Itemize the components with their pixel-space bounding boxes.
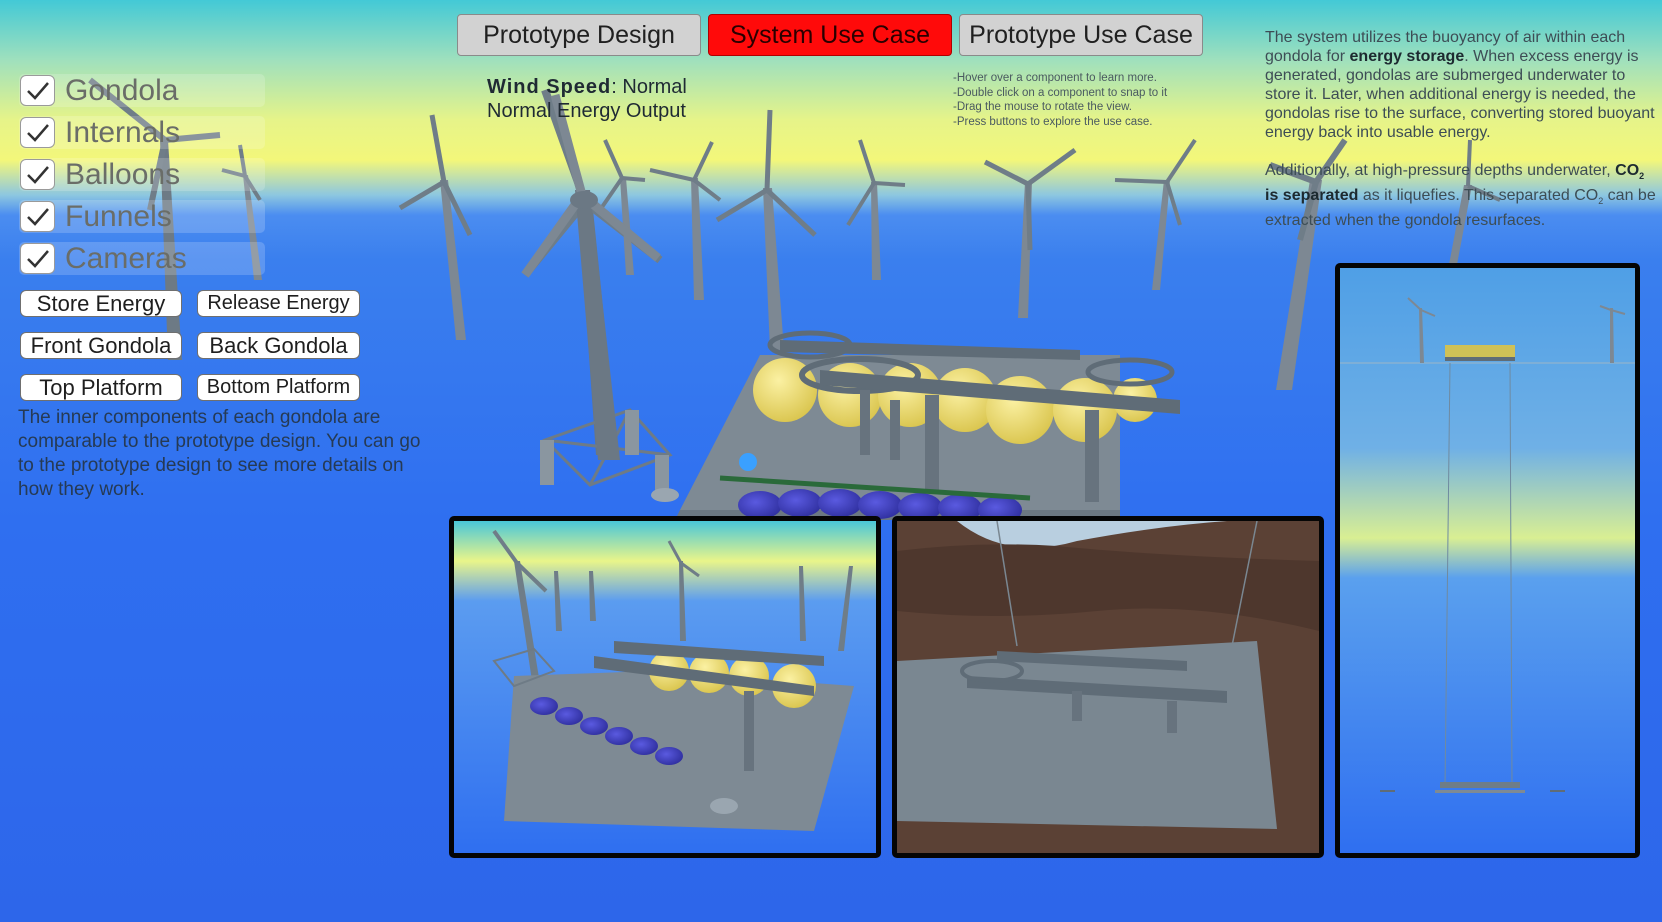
- wind-status: Wind Speed: Normal Normal Energy Output: [487, 75, 687, 123]
- info-paragraph-storage: The system utilizes the buoyancy of air …: [1265, 29, 1655, 141]
- wind-turbine: [598, 139, 646, 275]
- toggle-cameras[interactable]: Cameras: [19, 242, 265, 275]
- camera-scene: [492, 529, 854, 831]
- checkbox-checked-icon[interactable]: [20, 243, 55, 274]
- energy-output-status: Normal Energy Output: [487, 100, 686, 122]
- toggle-label: Internals: [65, 116, 181, 149]
- view-tabs: Prototype Design System Use Case Prototy…: [457, 14, 1203, 56]
- platform-structure[interactable]: [540, 330, 1180, 524]
- checkbox-checked-icon[interactable]: [20, 201, 55, 232]
- tab-prototype-design[interactable]: Prototype Design: [457, 14, 701, 56]
- hint-line: -Double click on a component to snap to …: [953, 86, 1168, 99]
- toggle-label: Funnels: [65, 200, 172, 233]
- info-paragraph-co2: Additionally, at high-pressure depths un…: [1265, 162, 1656, 230]
- camera-view-overview[interactable]: [449, 516, 881, 858]
- back-gondola-button[interactable]: Back Gondola: [197, 332, 360, 359]
- wind-turbine: [398, 114, 473, 340]
- toggle-internals[interactable]: Internals: [19, 116, 265, 149]
- checkbox-checked-icon[interactable]: [20, 75, 55, 106]
- wind-speed-value: : Normal: [611, 76, 687, 98]
- store-energy-button[interactable]: Store Energy: [20, 290, 182, 317]
- tab-system-use-case[interactable]: System Use Case: [708, 14, 952, 56]
- toggle-label: Gondola: [65, 74, 179, 107]
- wind-turbine: [649, 141, 722, 300]
- toggle-balloons[interactable]: Balloons: [19, 158, 265, 191]
- bottom-platform-button[interactable]: Bottom Platform: [197, 374, 360, 401]
- camera-scene: [1340, 297, 1635, 793]
- checkbox-checked-icon[interactable]: [20, 117, 55, 148]
- toggle-gondola[interactable]: Gondola: [19, 74, 265, 107]
- wind-turbine: [1114, 138, 1197, 290]
- release-energy-button[interactable]: Release Energy: [197, 290, 360, 317]
- system-info-text: The system utilizes the buoyancy of air …: [1265, 28, 1657, 249]
- checkbox-checked-icon[interactable]: [20, 159, 55, 190]
- wind-speed-label: Wind Speed: [487, 76, 612, 98]
- tab-prototype-use-case[interactable]: Prototype Use Case: [959, 14, 1203, 56]
- camera-view-seabed[interactable]: [892, 516, 1324, 858]
- camera-view-depth[interactable]: [1335, 263, 1640, 858]
- wind-turbine: [715, 109, 817, 350]
- hint-line: -Hover over a component to learn more.: [953, 72, 1157, 84]
- toggle-label: Cameras: [65, 242, 187, 275]
- hint-line: -Press buttons to explore the use case.: [953, 115, 1153, 128]
- toggle-funnels[interactable]: Funnels: [19, 200, 265, 233]
- toggle-label: Balloons: [65, 158, 181, 191]
- wind-turbine: [846, 139, 906, 280]
- help-hints: -Hover over a component to learn more. -…: [953, 71, 1167, 129]
- camera-scene: [897, 521, 1319, 829]
- top-platform-button[interactable]: Top Platform: [20, 374, 182, 401]
- wind-turbine-foreground: [521, 93, 661, 460]
- front-gondola-button[interactable]: Front Gondola: [20, 332, 182, 359]
- layer-toggles: Gondola Internals Balloons Funnels Camer…: [19, 74, 265, 284]
- wind-turbine: [983, 147, 1077, 318]
- hint-line: -Drag the mouse to rotate the view.: [953, 101, 1132, 113]
- description-text: The inner components of each gondola are…: [18, 407, 421, 500]
